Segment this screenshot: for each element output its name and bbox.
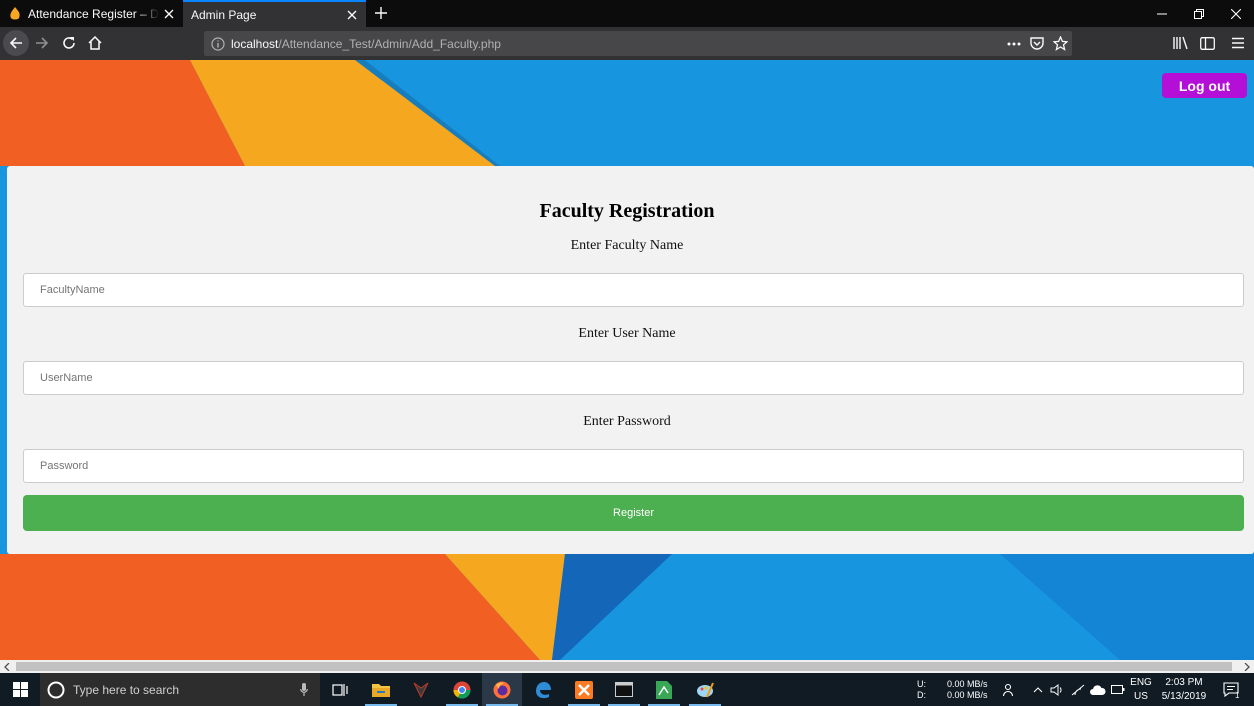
windows-taskbar: Type here to search U: D: 0.00 MB/s 0.00… xyxy=(0,673,1254,706)
notification-count: 1 xyxy=(1235,691,1240,700)
chrome-icon[interactable] xyxy=(442,673,482,706)
url-path: /Attendance_Test/Admin/Add_Faculty.php xyxy=(278,36,501,51)
xampp-favicon-icon xyxy=(8,6,22,21)
browser-tab-bar: Attendance Register – Database Admin Pag… xyxy=(0,0,1254,27)
paint-app-icon[interactable] xyxy=(685,673,725,706)
page-title: Faculty Registration xyxy=(539,200,715,222)
faculty-name-input[interactable] xyxy=(23,273,1244,307)
firefox-icon[interactable] xyxy=(482,673,522,706)
file-explorer-icon[interactable] xyxy=(361,673,401,706)
tab-admin-page[interactable]: Admin Page xyxy=(183,0,366,27)
notifications-icon[interactable]: 1 xyxy=(1216,673,1246,706)
new-tab-icon[interactable] xyxy=(370,2,392,24)
registration-card: Faculty Registration Enter Faculty Name … xyxy=(7,166,1254,554)
site-info-icon[interactable] xyxy=(211,36,225,51)
tab-close-icon[interactable] xyxy=(342,5,362,25)
bookmark-star-icon[interactable] xyxy=(1049,33,1071,55)
forward-icon[interactable] xyxy=(29,30,55,56)
cortana-icon xyxy=(47,681,65,699)
net-down-speed: 0.00 MB/s xyxy=(947,690,988,700)
edge-icon[interactable] xyxy=(523,673,563,706)
show-hidden-icons-icon[interactable] xyxy=(1030,673,1046,706)
menu-icon[interactable] xyxy=(1226,32,1250,54)
people-icon[interactable] xyxy=(1000,673,1020,706)
volume-icon[interactable] xyxy=(1048,673,1066,706)
user-name-input[interactable] xyxy=(23,361,1244,395)
url-host: localhost xyxy=(231,36,279,51)
register-button[interactable]: Register xyxy=(23,495,1244,531)
net-down-label: D: xyxy=(917,690,926,700)
tab-attendance-register[interactable]: Attendance Register – Database xyxy=(0,0,183,27)
tab-title: Admin Page xyxy=(191,7,257,22)
scroll-left-icon[interactable] xyxy=(0,660,14,673)
network-icon[interactable] xyxy=(1068,673,1088,706)
restore-icon[interactable] xyxy=(1180,0,1217,27)
net-up-label: U: xyxy=(917,679,926,689)
password-input[interactable] xyxy=(23,449,1244,483)
user-name-label: Enter User Name xyxy=(578,326,676,341)
clock[interactable]: 2:03 PM 5/13/2019 xyxy=(1156,676,1212,704)
taskbar-search-box[interactable]: Type here to search xyxy=(40,673,320,706)
horizontal-scrollbar[interactable] xyxy=(0,660,1254,673)
password-label: Enter Password xyxy=(583,414,671,429)
minimize-icon[interactable] xyxy=(1143,0,1180,27)
task-view-icon[interactable] xyxy=(320,673,360,706)
sidebar-icon[interactable] xyxy=(1195,32,1219,54)
battery-icon[interactable] xyxy=(1108,673,1128,706)
terminal-icon[interactable] xyxy=(604,673,644,706)
address-bar[interactable]: localhost/Attendance_Test/Admin/Add_Facu… xyxy=(204,31,1072,56)
windows-start-icon[interactable] xyxy=(0,673,40,706)
net-up-speed: 0.00 MB/s xyxy=(947,679,988,689)
clock-time: 2:03 PM xyxy=(1165,677,1203,688)
xampp-icon[interactable] xyxy=(564,673,604,706)
clock-date: 5/13/2019 xyxy=(1161,691,1207,702)
input-language[interactable]: ENG US xyxy=(1128,676,1154,704)
search-placeholder: Type here to search xyxy=(73,682,180,697)
page-viewport: Log out Faculty Registration Enter Facul… xyxy=(0,60,1254,660)
back-icon[interactable] xyxy=(3,30,29,56)
tab-close-icon[interactable] xyxy=(159,4,179,24)
logout-button[interactable]: Log out xyxy=(1162,73,1247,98)
game-app-icon[interactable] xyxy=(401,673,441,706)
url-text: localhost/Attendance_Test/Admin/Add_Facu… xyxy=(231,37,1003,51)
reload-icon[interactable] xyxy=(56,30,82,56)
spreadsheet-icon[interactable] xyxy=(644,673,684,706)
region-code: US xyxy=(1134,691,1148,702)
home-icon[interactable] xyxy=(82,30,108,56)
page-actions-icon[interactable] xyxy=(1003,33,1025,55)
faculty-name-label: Enter Faculty Name xyxy=(570,238,684,253)
browser-nav-bar: localhost/Attendance_Test/Admin/Add_Facu… xyxy=(0,27,1254,60)
scrollbar-thumb[interactable] xyxy=(16,662,1232,671)
onedrive-icon[interactable] xyxy=(1088,673,1108,706)
scroll-right-icon[interactable] xyxy=(1240,660,1254,673)
pocket-icon[interactable] xyxy=(1026,33,1048,55)
language-code: ENG xyxy=(1130,677,1152,688)
library-icon[interactable] xyxy=(1169,32,1193,54)
microphone-icon[interactable] xyxy=(300,683,308,696)
close-window-icon[interactable] xyxy=(1217,0,1254,27)
tab-title: Attendance Register – Database xyxy=(28,6,159,21)
